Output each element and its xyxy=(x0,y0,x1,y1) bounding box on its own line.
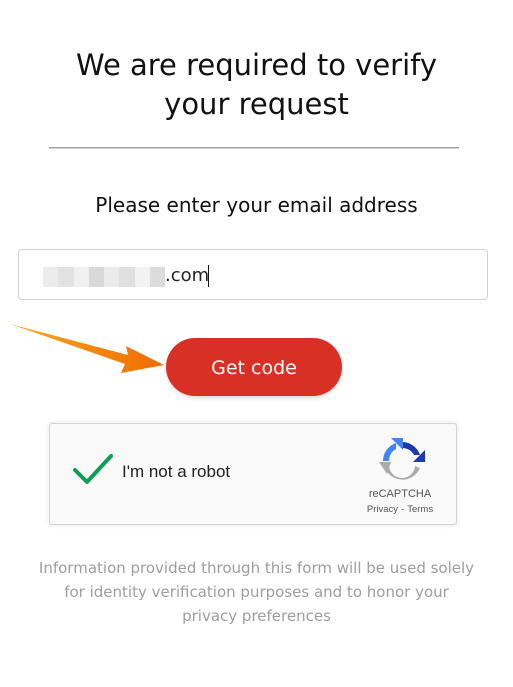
disclaimer-line-3: privacy preferences xyxy=(182,607,331,625)
not-a-robot-label[interactable]: I'm not a robot xyxy=(122,462,230,482)
checkmark-icon[interactable] xyxy=(72,452,114,486)
privacy-disclaimer: Information provided through this form w… xyxy=(14,556,499,628)
email-value-suffix: .com xyxy=(165,265,210,286)
recaptcha-logo-icon xyxy=(379,438,425,480)
disclaimer-line-1: Information provided through this form w… xyxy=(38,559,475,577)
get-code-button[interactable]: Get code xyxy=(166,338,342,396)
page-title-line-1: We are required to verify xyxy=(75,48,438,82)
page-title: We are required to verify your request xyxy=(0,46,513,124)
disclaimer-line-2: for identity verification purposes and t… xyxy=(64,583,449,601)
email-prompt: Please enter your email address xyxy=(95,193,418,217)
text-caret xyxy=(208,265,209,287)
terms-link[interactable]: Terms xyxy=(407,504,433,515)
title-divider xyxy=(49,147,459,149)
link-separator: - xyxy=(401,504,405,515)
privacy-link[interactable]: Privacy xyxy=(367,504,398,515)
page-title-line-2: your request xyxy=(164,87,349,121)
recaptcha-links: Privacy - Terms xyxy=(350,504,450,515)
recaptcha-widget: I'm not a robot reCAPTCHA Privacy - Terms xyxy=(49,423,457,525)
arrow-right-icon xyxy=(10,324,164,373)
redacted-email-mask xyxy=(43,267,165,287)
email-field[interactable]: .com xyxy=(18,249,488,300)
recaptcha-brand: reCAPTCHA xyxy=(368,488,432,500)
